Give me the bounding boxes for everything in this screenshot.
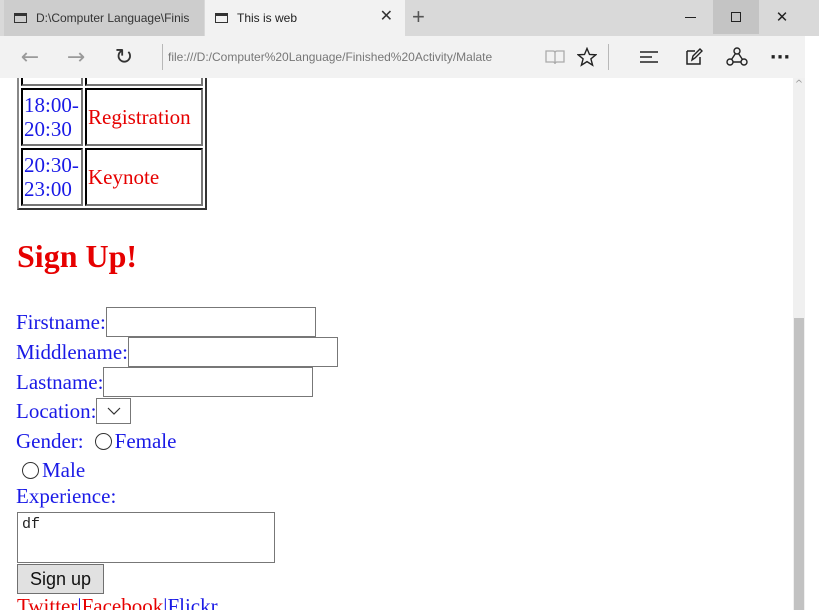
table-row: 18:00-20:30 Registration	[21, 88, 203, 146]
maximize-icon	[731, 12, 741, 22]
divider	[162, 44, 163, 70]
lastname-label: Lastname:	[16, 369, 104, 394]
tab-title: D:\Computer Language\Finis	[36, 11, 190, 25]
maximize-button[interactable]	[713, 0, 759, 34]
flickr-link[interactable]: Flickr	[167, 594, 217, 610]
lastname-row: Lastname:	[16, 367, 314, 397]
facebook-link[interactable]: Facebook	[82, 594, 164, 610]
vertical-scrollbar[interactable]: ^	[793, 78, 805, 610]
firstname-input[interactable]	[105, 307, 316, 337]
experience-row: Experience:	[16, 484, 116, 509]
table-row	[21, 78, 203, 86]
middlename-input[interactable]	[127, 337, 338, 367]
firstname-label: Firstname:	[16, 309, 106, 334]
tab-bar: D:\Computer Language\Finis This is web ✕…	[0, 0, 819, 36]
female-radio[interactable]	[94, 433, 112, 450]
experience-textarea[interactable]: df	[17, 512, 275, 563]
minimize-icon	[684, 16, 696, 18]
firstname-row: Firstname:	[16, 307, 316, 337]
page-icon	[215, 13, 228, 23]
gender-label: Gender:	[16, 429, 84, 453]
location-label: Location:	[16, 398, 97, 423]
window-edge	[805, 36, 819, 610]
event-cell: Registration	[85, 88, 203, 146]
female-label: Female	[114, 429, 177, 453]
navigation-bar: ← → ↻ file:///D:/Computer%20Language/Fin…	[0, 36, 819, 78]
middlename-row: Middlename:	[16, 337, 338, 367]
location-select[interactable]	[96, 398, 132, 424]
table-row: 20:30-23:00 Keynote	[21, 148, 203, 206]
middlename-label: Middlename:	[16, 339, 128, 364]
tab-title: This is web	[237, 11, 298, 25]
reading-view-icon[interactable]	[542, 44, 568, 70]
schedule-table: 18:00-20:30 Registration 20:30-23:00 Key…	[17, 78, 207, 210]
new-tab-button[interactable]: +	[412, 5, 425, 29]
table-cell	[21, 78, 83, 86]
table-cell	[85, 78, 203, 86]
twitter-link[interactable]: Twitter	[17, 594, 77, 610]
favorite-star-icon[interactable]	[574, 44, 600, 70]
hub-icon[interactable]	[636, 44, 662, 70]
page-content: 18:00-20:30 Registration 20:30-23:00 Key…	[0, 78, 805, 610]
minimize-button[interactable]	[667, 0, 713, 34]
tab-computer-language[interactable]: D:\Computer Language\Finis	[4, 0, 204, 36]
signup-heading: Sign Up!	[17, 238, 138, 274]
signup-button[interactable]: Sign up	[17, 564, 104, 594]
scrollbar-thumb[interactable]	[794, 318, 804, 610]
share-icon[interactable]	[724, 44, 750, 70]
time-cell: 18:00-20:30	[21, 88, 83, 146]
gender-row: Gender: Female	[16, 429, 176, 454]
divider	[608, 44, 609, 70]
refresh-icon[interactable]: ↻	[110, 42, 138, 72]
male-label: Male	[42, 458, 86, 482]
lastname-input[interactable]	[103, 367, 314, 397]
event-cell: Keynote	[85, 148, 203, 206]
scroll-up-icon[interactable]: ^	[793, 78, 805, 92]
page-icon	[14, 13, 27, 23]
forward-arrow-icon[interactable]: →	[62, 42, 90, 72]
close-window-button[interactable]: ✕	[759, 0, 805, 34]
time-cell: 20:30-23:00	[21, 148, 83, 206]
chevron-down-icon	[107, 407, 121, 415]
more-icon[interactable]: ···	[767, 44, 793, 70]
social-links: Twitter|Facebook|Flickr	[17, 594, 218, 610]
experience-label: Experience:	[16, 484, 117, 508]
location-row: Location:	[16, 398, 132, 424]
close-icon: ✕	[775, 8, 789, 26]
male-row: Male	[22, 458, 85, 483]
tab-this-is-web[interactable]: This is web ✕	[205, 0, 405, 36]
male-radio[interactable]	[22, 462, 39, 479]
close-tab-icon[interactable]: ✕	[380, 9, 393, 25]
back-arrow-icon[interactable]: ←	[16, 42, 44, 72]
address-bar[interactable]: file:///D:/Computer%20Language/Finished%…	[168, 46, 528, 68]
web-note-icon[interactable]	[681, 44, 707, 70]
